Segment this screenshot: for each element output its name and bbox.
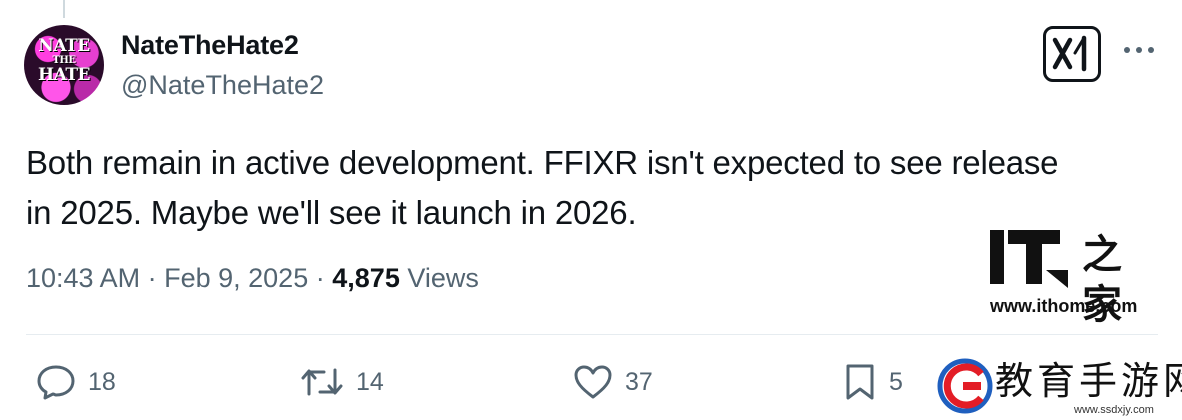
ithome-logo [990, 230, 1068, 288]
edu-logo [937, 358, 993, 414]
avatar[interactable]: NATE THE HATE [24, 25, 104, 105]
views-label: Views [407, 263, 479, 293]
ithome-watermark: 之家 www.ithome.com [990, 226, 1150, 328]
like-icon [574, 365, 612, 399]
divider [26, 334, 1158, 335]
tweet-meta: 10:43 AM · Feb 9, 2025 · 4,875 Views [26, 263, 479, 293]
tweet-date[interactable]: Feb 9, 2025 [164, 263, 308, 293]
tweet-text: Both remain in active development. FFIXR… [26, 138, 1146, 238]
edu-watermark: 教育手游网 www.ssdxjy.com [937, 356, 1182, 420]
more-button[interactable] [1120, 38, 1158, 62]
avatar-lettering: NATE THE HATE [38, 36, 90, 85]
views-count: 4,875 [332, 263, 400, 293]
grok-icon [1052, 35, 1087, 72]
bookmark-button[interactable]: 5 [843, 362, 903, 402]
edu-site-name: 教育手游网 [995, 359, 1182, 403]
bookmark-count: 5 [889, 367, 903, 396]
display-name[interactable]: NateTheHate2 [121, 30, 299, 61]
bookmark-icon [846, 364, 874, 400]
reply-count: 18 [88, 367, 116, 396]
reply-icon [37, 365, 75, 400]
repost-icon [301, 368, 343, 396]
grok-button[interactable] [1043, 26, 1101, 82]
user-handle[interactable]: @NateTheHate2 [121, 70, 324, 101]
more-icon [1124, 47, 1130, 53]
like-count: 37 [625, 367, 653, 396]
ithome-url: www.ithome.com [990, 296, 1138, 316]
repost-count: 14 [356, 367, 384, 396]
repost-button[interactable]: 14 [300, 362, 384, 402]
reply-button[interactable]: 18 [36, 362, 116, 402]
tweet-text-line: in 2025. Maybe we'll see it launch in 20… [26, 194, 637, 231]
thread-line [63, 0, 65, 18]
edu-url: www.ssdxjy.com [1074, 404, 1154, 416]
tweet-text-line: Both remain in active development. FFIXR… [26, 144, 1059, 181]
like-button[interactable]: 37 [573, 362, 653, 402]
tweet-time[interactable]: 10:43 AM [26, 263, 140, 293]
